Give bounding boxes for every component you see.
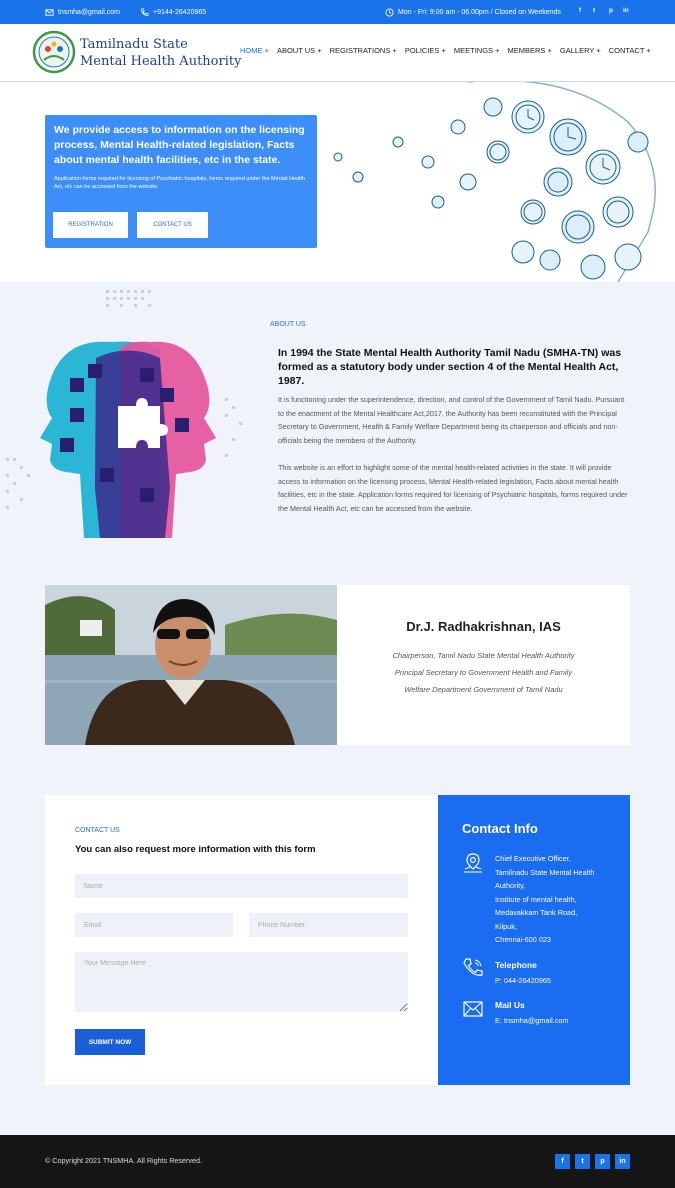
nav-registrations[interactable]: REGISTRATIONS +: [330, 46, 397, 55]
nav-gallery[interactable]: GALLERY +: [560, 46, 601, 55]
address-line: Medavakkam Tank Road,: [495, 908, 578, 917]
facebook-icon[interactable]: f: [555, 1154, 570, 1169]
chairperson-photo: [45, 585, 337, 745]
address-block: Chief Executive Officer, Tamilnadu State…: [495, 852, 620, 947]
address-line: Authority,: [495, 881, 526, 890]
twitter-icon[interactable]: t: [575, 1154, 590, 1169]
address-line: Chennai-600 023: [495, 935, 551, 944]
registration-button[interactable]: REGISTRATION: [53, 212, 128, 238]
location-pin-icon: [464, 853, 482, 873]
contact-heading: You can also request more information wi…: [75, 844, 316, 855]
topbar-phone[interactable]: +9144-26420965: [140, 0, 206, 24]
chairperson-role-3: Welfare Department Government of Tamil N…: [404, 685, 563, 694]
hero-section: We provide access to information on the …: [0, 82, 675, 282]
chairperson-card: Dr.J. Radhakrishnan, IAS Chairperson, Ta…: [45, 585, 630, 745]
nav-contact[interactable]: CONTACT +: [609, 46, 651, 55]
address-line: Chief Executive Officer,: [495, 854, 571, 863]
address-line: Institute of mental health,: [495, 894, 577, 904]
chairperson-role-2: Principal Secretary to Government Health…: [394, 668, 573, 677]
site-footer: © Copyright 2021 TNSMHA. All Rights Rese…: [0, 1135, 675, 1188]
contact-info-card: Contact Info Chief Executive Officer, Ta…: [438, 795, 630, 1085]
pinterest-icon[interactable]: p: [595, 1154, 610, 1169]
about-paragraph-1: It is functioning under the superintende…: [278, 395, 625, 445]
nav-meetings[interactable]: MEETINGS +: [454, 46, 500, 55]
phone-icon: [140, 7, 149, 16]
chairperson-role-1: Chairperson, Tamil Nadu State Mental Hea…: [392, 651, 575, 660]
contact-info-title: Contact Info: [462, 821, 538, 836]
site-header: Tamilnadu State Mental Health Authority …: [0, 24, 675, 82]
message-textarea[interactable]: [75, 952, 408, 1012]
mail-icon: [463, 1001, 483, 1017]
topbar-hours-text: Mon - Fri: 9:00 am - 06.00pm / Closed on…: [398, 8, 561, 16]
hero-box: We provide access to information on the …: [45, 115, 317, 248]
phone-input[interactable]: [249, 913, 408, 937]
telephone-icon: [463, 958, 483, 976]
brand-line-1: Tamilnadu State: [80, 37, 188, 52]
topbar-hours: Mon - Fri: 9:00 am - 06.00pm / Closed on…: [385, 0, 561, 24]
about-heading: In 1994 the State Mental Health Authorit…: [278, 347, 622, 387]
mail-icon: [45, 8, 54, 16]
nav-policies[interactable]: POLICIES +: [405, 46, 446, 55]
topbar-phone-text: +9144-26420965: [153, 8, 207, 16]
telephone-value[interactable]: P: 044-26420965: [495, 974, 620, 988]
email-input[interactable]: [75, 913, 233, 937]
topbar-twitter-icon[interactable]: t: [593, 7, 595, 14]
topbar-email[interactable]: tnsmha@gmail.com: [45, 0, 120, 24]
hero-text: Application forms required for licensing…: [54, 176, 305, 190]
nav-home[interactable]: HOME +: [240, 46, 269, 55]
top-bar: tnsmha@gmail.com +9144-26420965 Mon - Fr…: [0, 0, 675, 24]
smha-logo-icon[interactable]: [32, 30, 76, 74]
nav-about[interactable]: ABOUT US +: [277, 46, 322, 55]
mail-value[interactable]: E: tnsmha@gmail.com: [495, 1014, 620, 1028]
brand-line-2: Mental Health Authority: [80, 54, 242, 69]
about-subtitle: ABOUT US: [270, 321, 306, 328]
address-line: Tamilnadu State Mental Health: [495, 867, 595, 877]
clock-head-illustration: [333, 82, 656, 282]
mail-label: Mail Us: [495, 1000, 525, 1010]
clock-icon: [385, 7, 394, 17]
topbar-pinterest-icon[interactable]: p: [609, 7, 613, 14]
copyright-text: © Copyright 2021 TNSMHA. All Rights Rese…: [45, 1156, 202, 1165]
chairperson-name: Dr.J. Radhakrishnan, IAS: [406, 619, 561, 634]
topbar-facebook-icon[interactable]: f: [579, 7, 581, 14]
nav-members[interactable]: MEMBERS +: [508, 46, 552, 55]
contact-subtitle: CONTACT US: [75, 827, 120, 834]
contact-form-card: CONTACT US You can also request more inf…: [45, 795, 438, 1085]
name-input[interactable]: [75, 874, 408, 898]
puzzle-head-illustration: [6, 290, 242, 538]
topbar-linkedin-icon[interactable]: in: [623, 7, 629, 14]
about-paragraph-2: This website is an effort to highlight s…: [278, 463, 628, 513]
brand-name[interactable]: Tamilnadu State Mental Health Authority: [80, 36, 241, 70]
topbar-email-text: tnsmha@gmail.com: [58, 8, 120, 16]
linkedin-icon[interactable]: in: [615, 1154, 630, 1169]
telephone-label: Telephone: [495, 960, 537, 970]
hero-heading: We provide access to information on the …: [54, 124, 305, 166]
submit-button[interactable]: SUBMIT NOW: [75, 1029, 145, 1055]
main-nav: HOME + ABOUT US + REGISTRATIONS + POLICI…: [240, 46, 659, 55]
contact-us-button[interactable]: CONTACT US: [137, 212, 208, 238]
address-line: Kilpuk,: [495, 921, 517, 931]
